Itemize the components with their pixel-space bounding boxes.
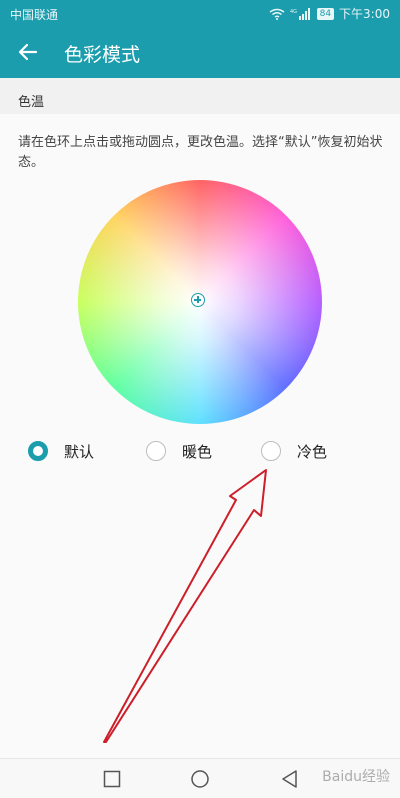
watermark: Baidu经验 — [322, 769, 390, 785]
annotation-arrow — [103, 469, 267, 743]
annotation-arrow-shape — [103, 469, 267, 743]
recent-apps-button[interactable] — [102, 769, 122, 789]
home-icon — [191, 770, 209, 788]
back-triangle-icon — [282, 770, 297, 788]
back-nav-button[interactable] — [280, 769, 300, 789]
home-button[interactable] — [190, 769, 210, 789]
recent-apps-icon — [103, 770, 121, 788]
